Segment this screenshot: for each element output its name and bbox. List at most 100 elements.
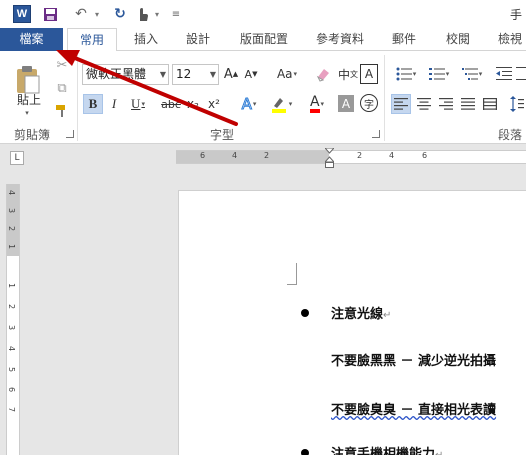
document-line[interactable]: 注意手機相機能力↵ bbox=[331, 443, 443, 455]
tab-mailings[interactable]: 郵件 bbox=[386, 28, 422, 51]
ruler-number: 6 bbox=[422, 151, 428, 160]
paragraph-mark: ↵ bbox=[435, 450, 443, 455]
tab-references[interactable]: 參考資料 bbox=[310, 28, 370, 51]
align-right-button[interactable] bbox=[436, 94, 456, 114]
ruler-number: 4 bbox=[7, 345, 17, 352]
cut-icon[interactable]: ✂ bbox=[52, 56, 72, 74]
tab-insert[interactable]: 插入 bbox=[128, 28, 164, 51]
phonetic-guide-icon: 中 bbox=[338, 67, 351, 82]
multilevel-list-button[interactable]: ▾ bbox=[458, 65, 486, 83]
shrink-font-icon: A bbox=[244, 67, 253, 81]
undo-dropdown-icon[interactable]: ▾ bbox=[92, 4, 102, 24]
font-size-dropdown-icon[interactable]: ▼ bbox=[210, 65, 216, 84]
vertical-ruler[interactable]: 4 3 2 1 1 2 3 4 5 6 7 bbox=[6, 184, 20, 455]
ruler-number: 3 bbox=[7, 324, 17, 331]
word-logo-icon: W bbox=[13, 5, 31, 23]
font-size-combo[interactable]: 12 ▼ bbox=[172, 64, 219, 85]
ribbon: 貼上 ▾ ✂ ⧉ 剪貼簿 微軟正黑體 ▼ 12 ▼ A ▲ A ▼ Aa ▾ 中文 A B… bbox=[0, 51, 526, 144]
touch-dropdown-icon[interactable]: ▾ bbox=[152, 4, 162, 24]
tab-file[interactable]: 檔案 bbox=[0, 28, 63, 51]
font-color-icon: A bbox=[309, 95, 320, 113]
horizontal-ruler[interactable]: 6 4 2 2 4 6 bbox=[176, 150, 526, 164]
ruler-number: 1 bbox=[7, 282, 17, 289]
touch-mode-icon[interactable] bbox=[133, 4, 151, 24]
font-launcher-icon[interactable] bbox=[372, 130, 380, 138]
strikethrough-button[interactable]: abc bbox=[160, 94, 182, 114]
font-name-value: 微軟正黑體 bbox=[86, 67, 147, 81]
document-line[interactable]: 注意光線↵ bbox=[331, 303, 391, 322]
clipboard-launcher-icon[interactable] bbox=[66, 130, 74, 138]
tab-home[interactable]: 常用 bbox=[67, 28, 117, 52]
save-icon[interactable] bbox=[40, 4, 60, 24]
document-line[interactable]: 不要臉黑黑 － 減少逆光拍攝 bbox=[331, 350, 496, 369]
font-name-dropdown-icon[interactable]: ▼ bbox=[160, 65, 166, 84]
multilevel-list-icon bbox=[461, 68, 478, 80]
highlight-pen-icon bbox=[271, 98, 286, 113]
increase-indent-icon[interactable] bbox=[516, 65, 526, 83]
character-border-button[interactable]: A bbox=[360, 64, 378, 84]
paste-label[interactable]: 貼上 bbox=[12, 91, 46, 107]
quick-access-toolbar: W ↶ ▾ ↻ ▾ ≡ 手 bbox=[0, 0, 526, 28]
tab-review[interactable]: 校閱 bbox=[440, 28, 476, 51]
bullet-icon bbox=[301, 449, 309, 455]
horizontal-ruler-row: L 6 4 2 2 4 6 bbox=[0, 144, 526, 168]
group-separator bbox=[77, 55, 78, 141]
enclose-characters-icon: 字 bbox=[364, 99, 374, 111]
enclose-characters-button[interactable]: 字 bbox=[360, 94, 378, 112]
ruler-number: 5 bbox=[7, 366, 17, 373]
bullets-icon bbox=[396, 67, 412, 81]
phonetic-guide-button[interactable]: 中文 bbox=[338, 65, 358, 83]
grow-font-icon: A bbox=[223, 66, 233, 82]
ruler-number: 2 bbox=[7, 225, 17, 232]
paste-dropdown-icon[interactable]: ▾ bbox=[20, 108, 34, 118]
tab-selector[interactable]: L bbox=[10, 151, 24, 165]
justify-button[interactable] bbox=[458, 94, 478, 114]
subscript-button[interactable]: x₂ bbox=[184, 94, 202, 114]
align-left-icon bbox=[394, 98, 408, 110]
indent-marker-icon[interactable] bbox=[323, 147, 336, 168]
document-page[interactable]: 注意光線↵ 不要臉黑黑 － 減少逆光拍攝 不要臉臭臭 － 直接相光表讀 注意手機… bbox=[178, 190, 526, 455]
paragraph-group-label: 段落 bbox=[498, 128, 523, 142]
ruler-number: 4 bbox=[389, 151, 395, 160]
numbering-button[interactable]: ▾ bbox=[425, 65, 453, 83]
tab-design[interactable]: 設計 bbox=[180, 28, 216, 51]
redo-icon[interactable]: ↻ bbox=[110, 4, 130, 24]
justify-icon bbox=[461, 98, 475, 110]
ribbon-tabs: 檔案 常用 插入 設計 版面配置 參考資料 郵件 校閱 檢視 bbox=[0, 28, 526, 52]
document-line[interactable]: 不要臉臭臭 － 直接相光表讀 bbox=[331, 399, 496, 418]
align-center-button[interactable] bbox=[414, 94, 434, 114]
undo-icon[interactable]: ↶ bbox=[70, 4, 92, 24]
align-left-button[interactable] bbox=[391, 94, 411, 114]
font-color-button[interactable]: A ▾ bbox=[303, 94, 331, 114]
ruler-number: 2 bbox=[7, 303, 17, 310]
document-line-text: 注意手機相機能力 bbox=[331, 447, 436, 455]
underline-button[interactable]: U ▾ bbox=[126, 94, 150, 114]
bold-button[interactable]: B bbox=[83, 94, 103, 114]
customize-qat-icon[interactable]: ≡ bbox=[170, 4, 182, 24]
copy-icon[interactable]: ⧉ bbox=[52, 79, 72, 97]
italic-button[interactable]: I bbox=[106, 94, 122, 114]
change-case-button[interactable]: Aa ▾ bbox=[272, 65, 302, 83]
distributed-button[interactable] bbox=[480, 94, 500, 114]
highlight-button[interactable]: ▾ bbox=[266, 94, 296, 114]
character-shading-button[interactable]: A bbox=[338, 95, 354, 112]
document-area: L 6 4 2 2 4 6 4 3 2 1 1 2 3 4 5 6 7 注意光線… bbox=[0, 144, 526, 455]
clear-formatting-icon[interactable] bbox=[314, 65, 332, 83]
align-center-icon bbox=[417, 98, 431, 110]
font-size-value: 12 bbox=[176, 67, 192, 81]
superscript-button[interactable]: x² bbox=[205, 94, 223, 114]
ruler-number: 2 bbox=[264, 151, 270, 160]
format-painter-icon[interactable] bbox=[52, 102, 72, 120]
italic-icon: I bbox=[111, 96, 117, 111]
grow-font-button[interactable]: A ▲ bbox=[223, 65, 239, 83]
bullets-button[interactable]: ▾ bbox=[392, 65, 420, 83]
ruler-number: 4 bbox=[7, 189, 17, 196]
character-shading-icon: A bbox=[341, 96, 351, 111]
decrease-indent-icon[interactable] bbox=[494, 65, 514, 83]
shrink-font-button[interactable]: A ▼ bbox=[243, 65, 259, 83]
text-effect-button[interactable]: A ▾ bbox=[236, 94, 262, 114]
line-spacing-icon[interactable] bbox=[508, 94, 526, 114]
tab-layout[interactable]: 版面配置 bbox=[234, 28, 294, 51]
font-name-combo[interactable]: 微軟正黑體 ▼ bbox=[82, 64, 169, 85]
tab-view[interactable]: 檢視 bbox=[492, 28, 526, 51]
